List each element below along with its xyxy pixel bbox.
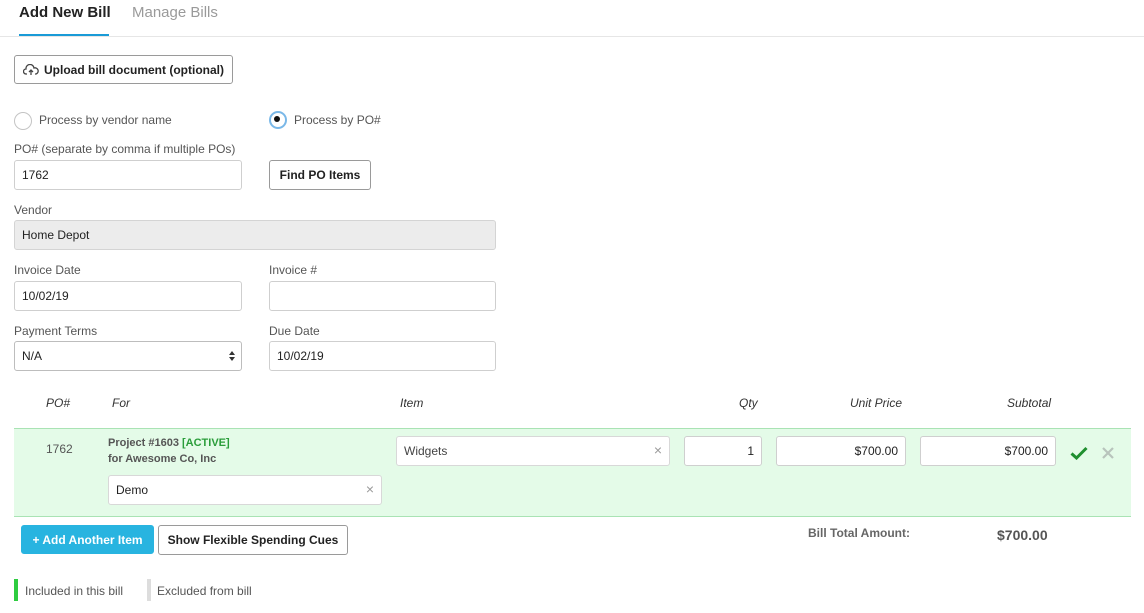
check-icon[interactable]	[1070, 446, 1088, 460]
row-category-value: Demo	[116, 483, 149, 497]
column-header-unit-price: Unit Price	[850, 396, 903, 410]
invoice-date-input[interactable]: 10/02/19	[14, 281, 242, 311]
tabs-divider	[0, 36, 1144, 37]
add-another-item-button[interactable]: + Add Another Item	[21, 525, 154, 554]
clear-icon[interactable]: ×	[654, 442, 662, 458]
due-date-label: Due Date	[269, 324, 320, 338]
legend-included-label: Included in this bill	[25, 584, 124, 598]
po-input[interactable]: 1762	[14, 160, 242, 190]
payment-terms-label: Payment Terms	[14, 324, 98, 338]
invoice-date-label: Invoice Date	[14, 263, 81, 277]
show-flexible-spending-cues-button[interactable]: Show Flexible Spending Cues	[158, 525, 348, 555]
row-item-select[interactable]: Widgets ×	[396, 436, 670, 466]
remove-icon[interactable]	[1102, 447, 1114, 459]
upload-bill-button[interactable]: Upload bill document (optional)	[14, 55, 233, 84]
row-subtotal-input[interactable]: $700.00	[920, 436, 1056, 466]
upload-cloud-icon	[23, 63, 39, 75]
row-item-value: Widgets	[404, 444, 448, 458]
vendor-field: Home Depot	[14, 220, 496, 250]
tab-manage-bills[interactable]: Manage Bills	[132, 4, 218, 21]
column-header-po: PO#	[46, 396, 71, 410]
radio-process-by-po-label: Process by PO#	[294, 113, 381, 127]
legend-excluded-label: Excluded from bill	[157, 584, 252, 598]
row-project-name: Project #1603	[108, 437, 179, 449]
legend-excluded-swatch	[147, 579, 151, 601]
column-header-for: For	[112, 396, 130, 410]
row-client: for Awesome Co, Inc	[108, 453, 217, 465]
find-po-items-button[interactable]: Find PO Items	[269, 160, 371, 190]
upload-bill-button-label: Upload bill document (optional)	[44, 62, 224, 77]
row-unit-price-input[interactable]: $700.00	[776, 436, 906, 466]
clear-icon[interactable]: ×	[366, 481, 374, 497]
payment-terms-select[interactable]: N/A	[14, 341, 242, 371]
bill-total-label: Bill Total Amount:	[808, 526, 910, 540]
column-header-item: Item	[400, 396, 424, 410]
radio-process-by-po[interactable]	[269, 111, 287, 129]
radio-process-by-vendor-label: Process by vendor name	[39, 113, 172, 127]
po-label: PO# (separate by comma if multiple POs)	[14, 142, 236, 156]
tab-add-new-bill[interactable]: Add New Bill	[19, 4, 111, 21]
invoice-number-input[interactable]	[269, 281, 496, 311]
due-date-input[interactable]: 10/02/19	[269, 341, 496, 371]
column-header-subtotal: Subtotal	[1007, 396, 1052, 410]
legend-included-swatch	[14, 579, 18, 601]
radio-process-by-vendor[interactable]	[14, 112, 32, 130]
payment-terms-value: N/A	[22, 349, 43, 363]
row-category-select[interactable]: Demo ×	[108, 475, 382, 505]
row-project: Project #1603 [ACTIVE]	[108, 437, 230, 449]
column-header-qty: Qty	[739, 396, 758, 410]
invoice-number-label: Invoice #	[269, 263, 318, 277]
bill-total-value: $700.00	[997, 527, 1048, 543]
row-po-number: 1762	[46, 442, 73, 456]
radio-selected-dot	[274, 116, 280, 122]
row-project-status: [ACTIVE]	[182, 437, 230, 449]
vendor-label: Vendor	[14, 203, 53, 217]
select-arrows-icon	[229, 351, 235, 361]
row-qty-input[interactable]: 1	[684, 436, 762, 466]
